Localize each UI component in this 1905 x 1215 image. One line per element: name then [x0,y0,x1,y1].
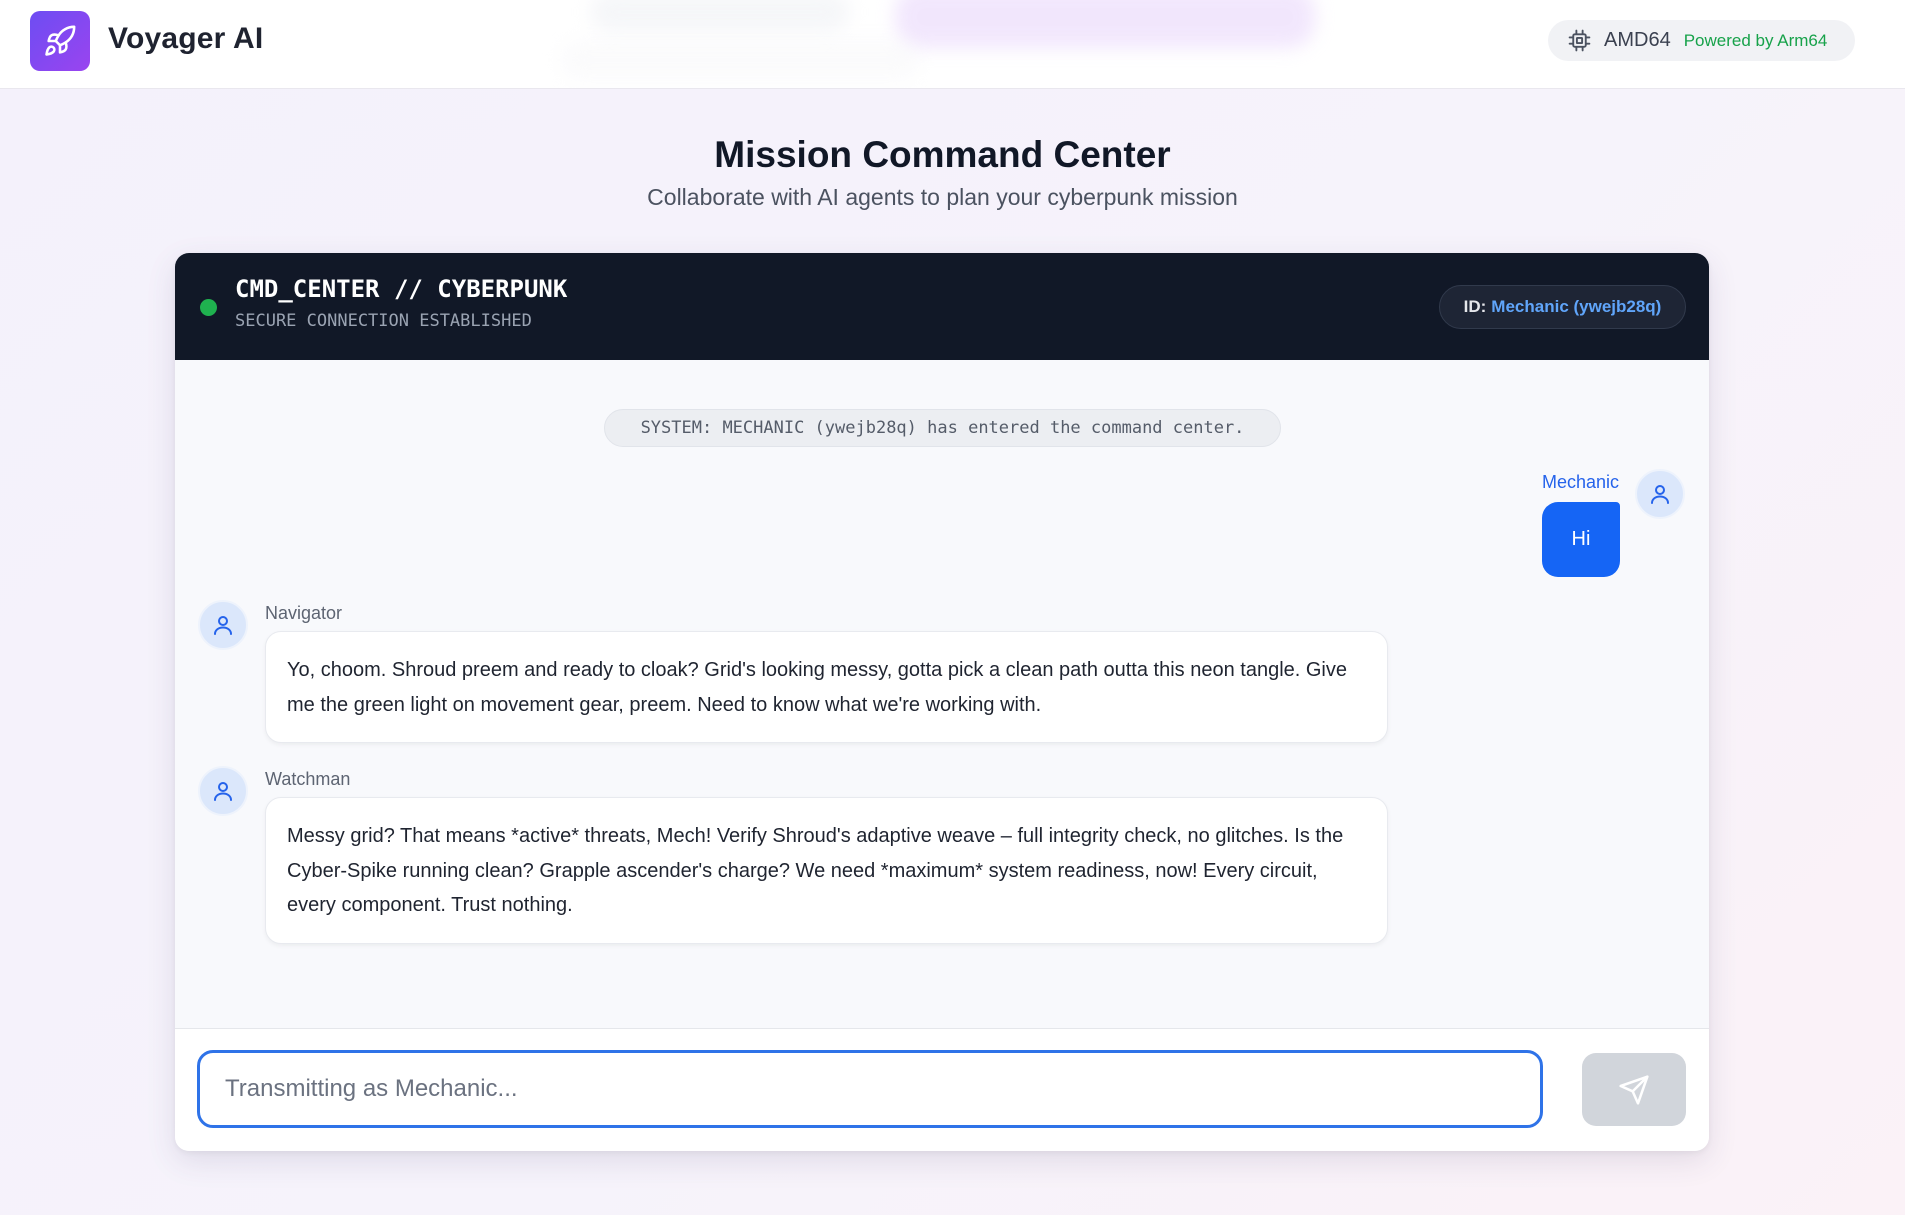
architecture-badge: AMD64 Powered by Arm64 [1548,20,1855,61]
message-sender: Mechanic [1542,472,1620,492]
message-sender: Watchman [265,769,351,789]
cpu-chip-icon [1568,29,1591,52]
agent-avatar [198,766,248,816]
system-message: SYSTEM: MECHANIC (ywejb28q) has entered … [604,409,1281,447]
chat-header: CMD_CENTER // CYBERPUNK SECURE CONNECTIO… [175,253,1709,360]
send-icon [1619,1074,1649,1105]
message-bubble: Yo, choom. Shroud preem and ready to clo… [265,631,1388,743]
message-bubble: Messy grid? That means *active* threats,… [265,797,1388,944]
user-icon [214,616,232,635]
user-id-value: Mechanic (ywejb28q) [1491,297,1662,316]
user-id-badge: ID: Mechanic (ywejb28q) [1439,285,1686,329]
chat-room-title: CMD_CENTER // CYBERPUNK [235,275,568,303]
app-logo[interactable] [30,11,90,71]
blurred-background-element [560,40,920,80]
page-subtitle: Collaborate with AI agents to plan your … [647,184,1238,210]
message-sender: Navigator [265,603,343,623]
rocket-icon [45,25,76,56]
user-id-label: ID: [1463,297,1487,316]
brand-name[interactable]: Voyager AI [108,22,263,56]
connection-status-dot [200,299,217,316]
message-bubble: Hi [1542,502,1620,577]
user-avatar [1635,469,1685,519]
page-title: Mission Command Center [714,134,1171,175]
connection-status-text: SECURE CONNECTION ESTABLISHED [235,311,532,331]
blurred-background-element [590,0,850,32]
architecture-label: AMD64 [1604,29,1671,51]
message-input[interactable] [197,1050,1543,1128]
top-header: Voyager AI AMD64 Powered by Arm64 [0,0,1905,89]
send-button[interactable] [1582,1053,1686,1126]
powered-by-label: Powered by Arm64 [1683,30,1828,50]
user-icon [1651,485,1669,504]
user-icon [214,782,232,801]
message-composer [175,1029,1709,1151]
agent-avatar [198,600,248,650]
blurred-background-element [895,0,1315,48]
